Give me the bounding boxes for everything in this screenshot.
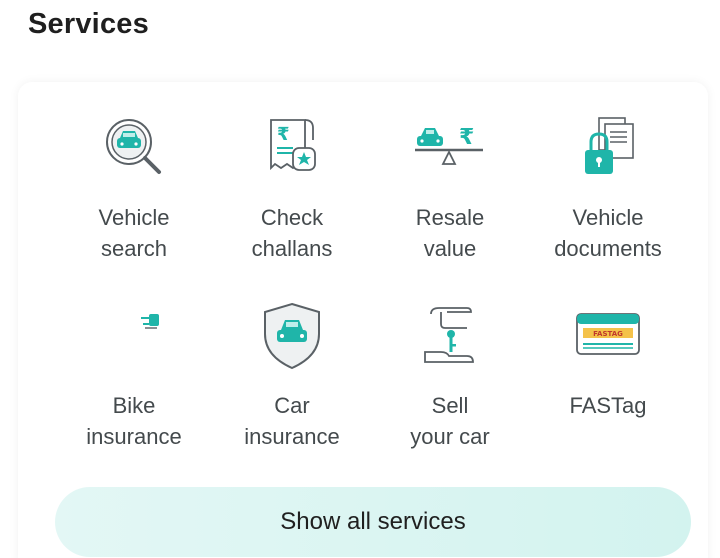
challan-receipt-icon: ₹ (251, 108, 333, 190)
service-label: FASTag (569, 393, 647, 418)
service-label: Vehicle search (98, 205, 170, 261)
service-label: Check challans (251, 205, 333, 261)
service-label: Bike insurance (86, 393, 182, 449)
service-check-challans[interactable]: ₹ Check challans (213, 108, 371, 296)
resale-scale-icon: ₹ (409, 108, 491, 190)
service-label: Resale value (415, 205, 485, 261)
services-row: Vehicle search ₹ Check challans ₹ Resale… (55, 108, 695, 296)
vehicle-search-icon (93, 108, 175, 190)
service-vehicle-search[interactable]: Vehicle search (55, 108, 213, 296)
service-resale-value[interactable]: ₹ Resale value (371, 108, 529, 296)
documents-lock-icon (567, 108, 649, 190)
service-car-insurance[interactable]: Car insurance (213, 296, 371, 484)
service-bike-insurance[interactable]: Bike insurance (55, 296, 213, 484)
service-label: Car insurance (244, 393, 340, 449)
page-title: Services (28, 8, 149, 40)
services-page: Services Vehicle search ₹ Check challans… (0, 0, 720, 558)
show-all-services-button[interactable]: Show all services (55, 487, 691, 557)
svg-text:₹: ₹ (277, 124, 290, 145)
service-sell-your-car[interactable]: Sell your car (371, 296, 529, 484)
services-row: Bike insurance Car insurance Sell your c… (55, 296, 695, 484)
svg-text:₹: ₹ (459, 125, 474, 150)
service-label: Sell your car (410, 393, 490, 449)
fastag-card-text: FASTAG (593, 330, 623, 338)
fastag-card-icon: FASTAG (567, 296, 649, 378)
car-shield-icon (251, 296, 333, 378)
bike-insurance-icon (93, 296, 175, 378)
services-grid: Vehicle search ₹ Check challans ₹ Resale… (55, 108, 695, 484)
sell-car-key-icon (409, 296, 491, 378)
service-label: Vehicle documents (554, 205, 662, 261)
service-fastag[interactable]: FASTAG FASTag (529, 296, 687, 484)
service-vehicle-documents[interactable]: Vehicle documents (529, 108, 687, 296)
